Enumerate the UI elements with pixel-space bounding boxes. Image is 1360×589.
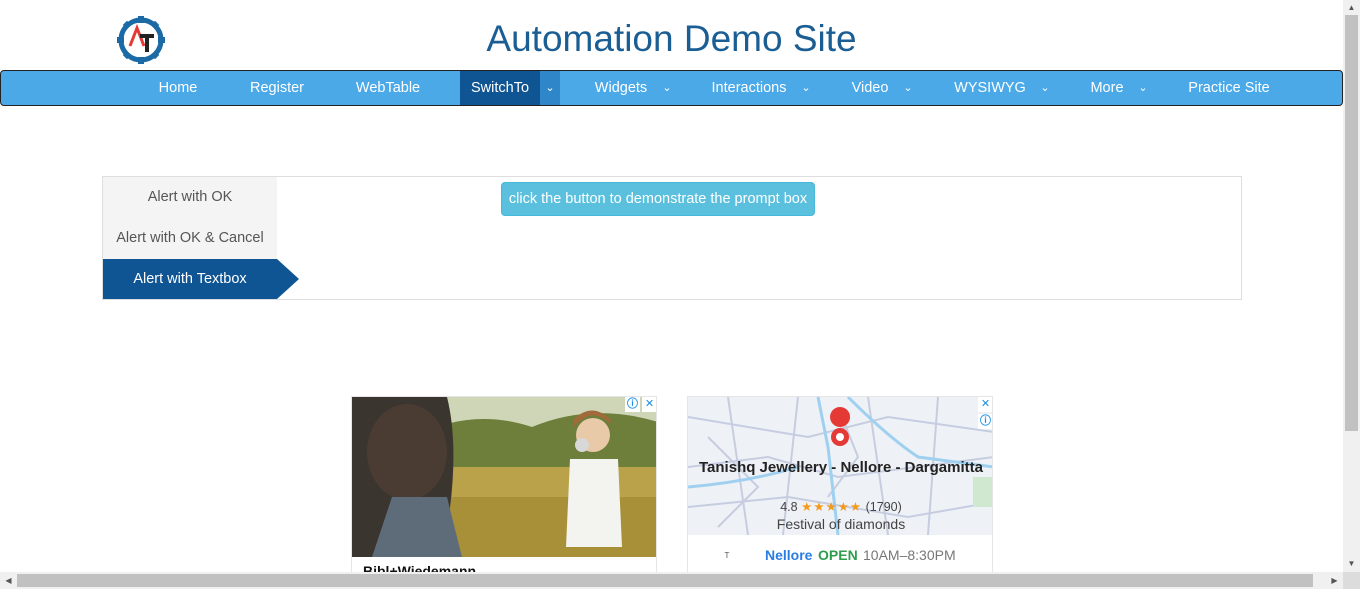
alert-tab-list: Alert with OK Alert with OK & Cancel Ale…: [103, 177, 277, 299]
tab-alert-with-textbox[interactable]: Alert with Textbox: [103, 259, 277, 299]
horizontal-scroll-thumb[interactable]: [17, 574, 1313, 587]
tab-alert-with-ok[interactable]: Alert with OK: [103, 177, 277, 217]
vertical-scrollbar[interactable]: ▲ ▼: [1343, 0, 1360, 572]
ad-info-icon[interactable]: ⓘ: [978, 414, 992, 429]
alerts-panel: Alert with OK Alert with OK & Cancel Ale…: [102, 176, 1242, 300]
chevron-down-icon[interactable]: ⌄: [1133, 71, 1153, 105]
ad-close-icon[interactable]: ✕: [978, 397, 992, 412]
tab-alert-with-ok-cancel[interactable]: Alert with OK & Cancel: [103, 218, 277, 258]
chevron-down-icon[interactable]: ⌄: [1035, 71, 1055, 105]
nav-widgets[interactable]: Widgets: [581, 71, 661, 105]
nav-practice-site[interactable]: Practice Site: [1175, 71, 1283, 105]
ad-hours: 10AM–8:30PM: [863, 547, 956, 563]
ad-banner-1[interactable]: Bibl+Wiedemann ⓘ ✕: [351, 396, 657, 576]
horizontal-scrollbar[interactable]: ◀ ▶: [0, 572, 1343, 589]
nav-register[interactable]: Register: [236, 71, 318, 105]
ad-store-name: Tanishq Jewellery - Nellore - Dargamitta: [699, 459, 983, 476]
ad-image: [352, 397, 656, 557]
chevron-down-icon[interactable]: ⌄: [898, 71, 918, 105]
rating-stars-icon: ★★★★★: [801, 500, 863, 514]
nav-wysiwyg[interactable]: WYSIWYG: [943, 71, 1037, 105]
scroll-left-icon[interactable]: ◀: [0, 572, 17, 589]
rating-count: (1790): [865, 500, 902, 514]
ad-open-status: OPEN: [818, 547, 858, 563]
vertical-scroll-thumb[interactable]: [1345, 15, 1358, 431]
scrollbar-corner: [1343, 572, 1360, 589]
nav-home[interactable]: Home: [144, 71, 212, 105]
main-navbar: Home Register WebTable SwitchTo ⌄ Widget…: [0, 70, 1343, 106]
ad-city: Nellore: [765, 547, 813, 563]
store-logo-icon: T: [724, 551, 730, 560]
ad-rating: 4.8 ★★★★★ (1790): [688, 499, 992, 514]
site-title: Automation Demo Site: [486, 18, 857, 59]
nav-more[interactable]: More: [1079, 71, 1135, 105]
nav-interactions[interactable]: Interactions: [701, 71, 797, 105]
ad-banner-2[interactable]: Tanishq Jewellery - Nellore - Dargamitta…: [687, 396, 993, 576]
ad-info-icon[interactable]: ⓘ: [625, 397, 640, 412]
active-tab-arrow: [277, 259, 299, 299]
ad-store-info: T Nellore OPEN 10AM–8:30PM: [688, 537, 992, 575]
prompt-box-button[interactable]: click the button to demonstrate the prom…: [501, 182, 815, 216]
chevron-down-icon[interactable]: ⌄: [657, 71, 677, 105]
scroll-up-icon[interactable]: ▲: [1343, 0, 1360, 15]
nav-video[interactable]: Video: [839, 71, 901, 105]
rating-value: 4.8: [780, 500, 798, 514]
nav-switchto[interactable]: SwitchTo: [460, 71, 540, 105]
ad-close-icon[interactable]: ✕: [642, 397, 656, 412]
chevron-down-icon[interactable]: ⌄: [540, 71, 560, 105]
ad-tagline: Festival of diamonds: [776, 516, 906, 532]
scroll-down-icon[interactable]: ▼: [1343, 556, 1360, 571]
chevron-down-icon[interactable]: ⌄: [796, 71, 816, 105]
scroll-right-icon[interactable]: ▶: [1326, 572, 1343, 589]
nav-webtable[interactable]: WebTable: [341, 71, 435, 105]
